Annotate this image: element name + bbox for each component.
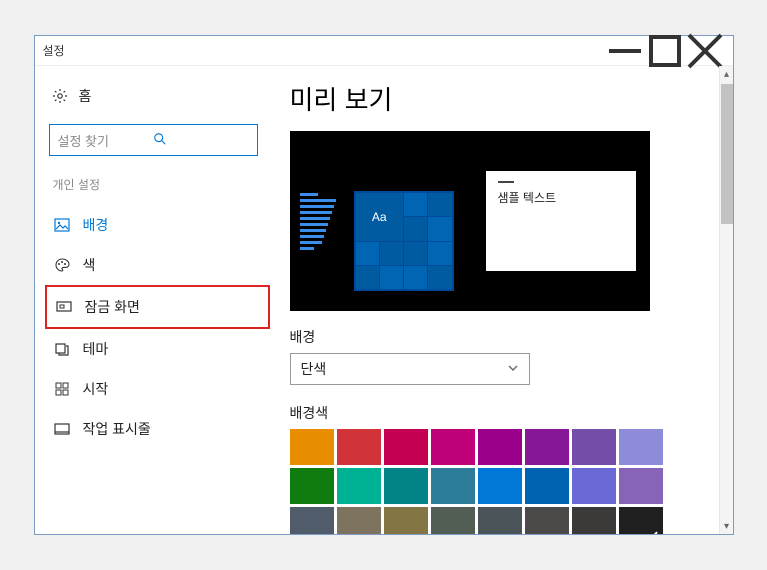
background-select[interactable]: 단색 xyxy=(290,353,530,385)
nav-label: 색 xyxy=(83,255,96,275)
home-label: 홈 xyxy=(79,86,92,106)
color-swatch[interactable] xyxy=(572,507,616,534)
color-swatch[interactable] xyxy=(619,507,663,534)
nav-list: 배경 색 잠금 화면 테마 시작 xyxy=(45,205,270,449)
section-label: 개인 설정 xyxy=(45,170,270,199)
window-buttons xyxy=(605,37,725,65)
picture-icon xyxy=(53,216,71,234)
gear-icon xyxy=(51,87,69,105)
color-swatch[interactable] xyxy=(337,468,381,504)
nav-label: 시작 xyxy=(83,379,109,399)
color-swatch[interactable] xyxy=(525,429,569,465)
tile-aa: Aa xyxy=(356,193,404,241)
color-swatch[interactable] xyxy=(478,507,522,534)
color-swatch[interactable] xyxy=(431,468,475,504)
color-swatch[interactable] xyxy=(619,468,663,504)
close-button[interactable] xyxy=(685,37,725,65)
color-swatch[interactable] xyxy=(478,429,522,465)
content-pane: 미리 보기 Aa 샘플 텍스트 배경 단색 xyxy=(270,66,733,534)
scrollbar-thumb[interactable] xyxy=(721,84,733,224)
taskbar-icon xyxy=(53,420,71,438)
color-swatch[interactable] xyxy=(572,468,616,504)
settings-window: 설정 홈 설정 찾기 xyxy=(34,35,734,535)
scroll-up-icon[interactable]: ▴ xyxy=(720,66,734,82)
sample-line-icon xyxy=(498,181,514,183)
color-swatch[interactable] xyxy=(525,468,569,504)
sidebar-item-taskbar[interactable]: 작업 표시줄 xyxy=(45,409,270,449)
select-value: 단색 xyxy=(301,359,327,379)
nav-label: 테마 xyxy=(83,339,109,359)
color-swatch[interactable] xyxy=(619,429,663,465)
chevron-down-icon xyxy=(507,361,519,377)
page-title: 미리 보기 xyxy=(290,80,713,117)
sidebar-item-background[interactable]: 배경 xyxy=(45,205,270,245)
start-icon xyxy=(53,380,71,398)
sidebar-item-lockscreen[interactable]: 잠금 화면 xyxy=(45,285,270,329)
nav-label: 배경 xyxy=(83,215,109,235)
color-swatch[interactable] xyxy=(384,507,428,534)
search-icon xyxy=(153,132,249,149)
sidebar-item-themes[interactable]: 테마 xyxy=(45,329,270,369)
nav-label: 작업 표시줄 xyxy=(83,419,151,439)
color-swatch[interactable] xyxy=(572,429,616,465)
color-swatch[interactable] xyxy=(478,468,522,504)
minimize-button[interactable] xyxy=(605,37,645,65)
preview-start-tiles: Aa xyxy=(354,191,454,291)
sidebar-item-start[interactable]: 시작 xyxy=(45,369,270,409)
maximize-button[interactable] xyxy=(645,37,685,65)
sample-text: 샘플 텍스트 xyxy=(498,189,624,206)
scroll-down-icon[interactable]: ▾ xyxy=(720,518,734,534)
sidebar-item-colors[interactable]: 색 xyxy=(45,245,270,285)
color-swatch[interactable] xyxy=(384,468,428,504)
color-swatch[interactable] xyxy=(290,429,334,465)
color-swatch[interactable] xyxy=(337,507,381,534)
palette-icon xyxy=(53,256,71,274)
window-title: 설정 xyxy=(43,42,605,59)
color-swatch[interactable] xyxy=(525,507,569,534)
search-placeholder: 설정 찾기 xyxy=(58,131,154,150)
preview-menu-icon xyxy=(300,193,336,250)
sidebar: 홈 설정 찾기 개인 설정 배경 색 xyxy=(35,66,270,534)
color-label: 배경색 xyxy=(290,403,713,423)
preview-sample-window: 샘플 텍스트 xyxy=(486,171,636,271)
scrollbar[interactable]: ▴ ▾ xyxy=(719,66,733,534)
color-swatch-grid xyxy=(290,429,663,534)
color-swatch[interactable] xyxy=(290,507,334,534)
background-label: 배경 xyxy=(290,327,713,347)
search-input[interactable]: 설정 찾기 xyxy=(49,124,258,156)
color-swatch[interactable] xyxy=(431,507,475,534)
preview-panel: Aa 샘플 텍스트 xyxy=(290,131,650,311)
color-swatch[interactable] xyxy=(431,429,475,465)
titlebar: 설정 xyxy=(35,36,733,66)
color-swatch[interactable] xyxy=(290,468,334,504)
color-swatch[interactable] xyxy=(337,429,381,465)
themes-icon xyxy=(53,340,71,358)
home-link[interactable]: 홈 xyxy=(45,78,270,114)
lockscreen-icon xyxy=(55,298,73,316)
color-swatch[interactable] xyxy=(384,429,428,465)
nav-label: 잠금 화면 xyxy=(85,297,140,317)
